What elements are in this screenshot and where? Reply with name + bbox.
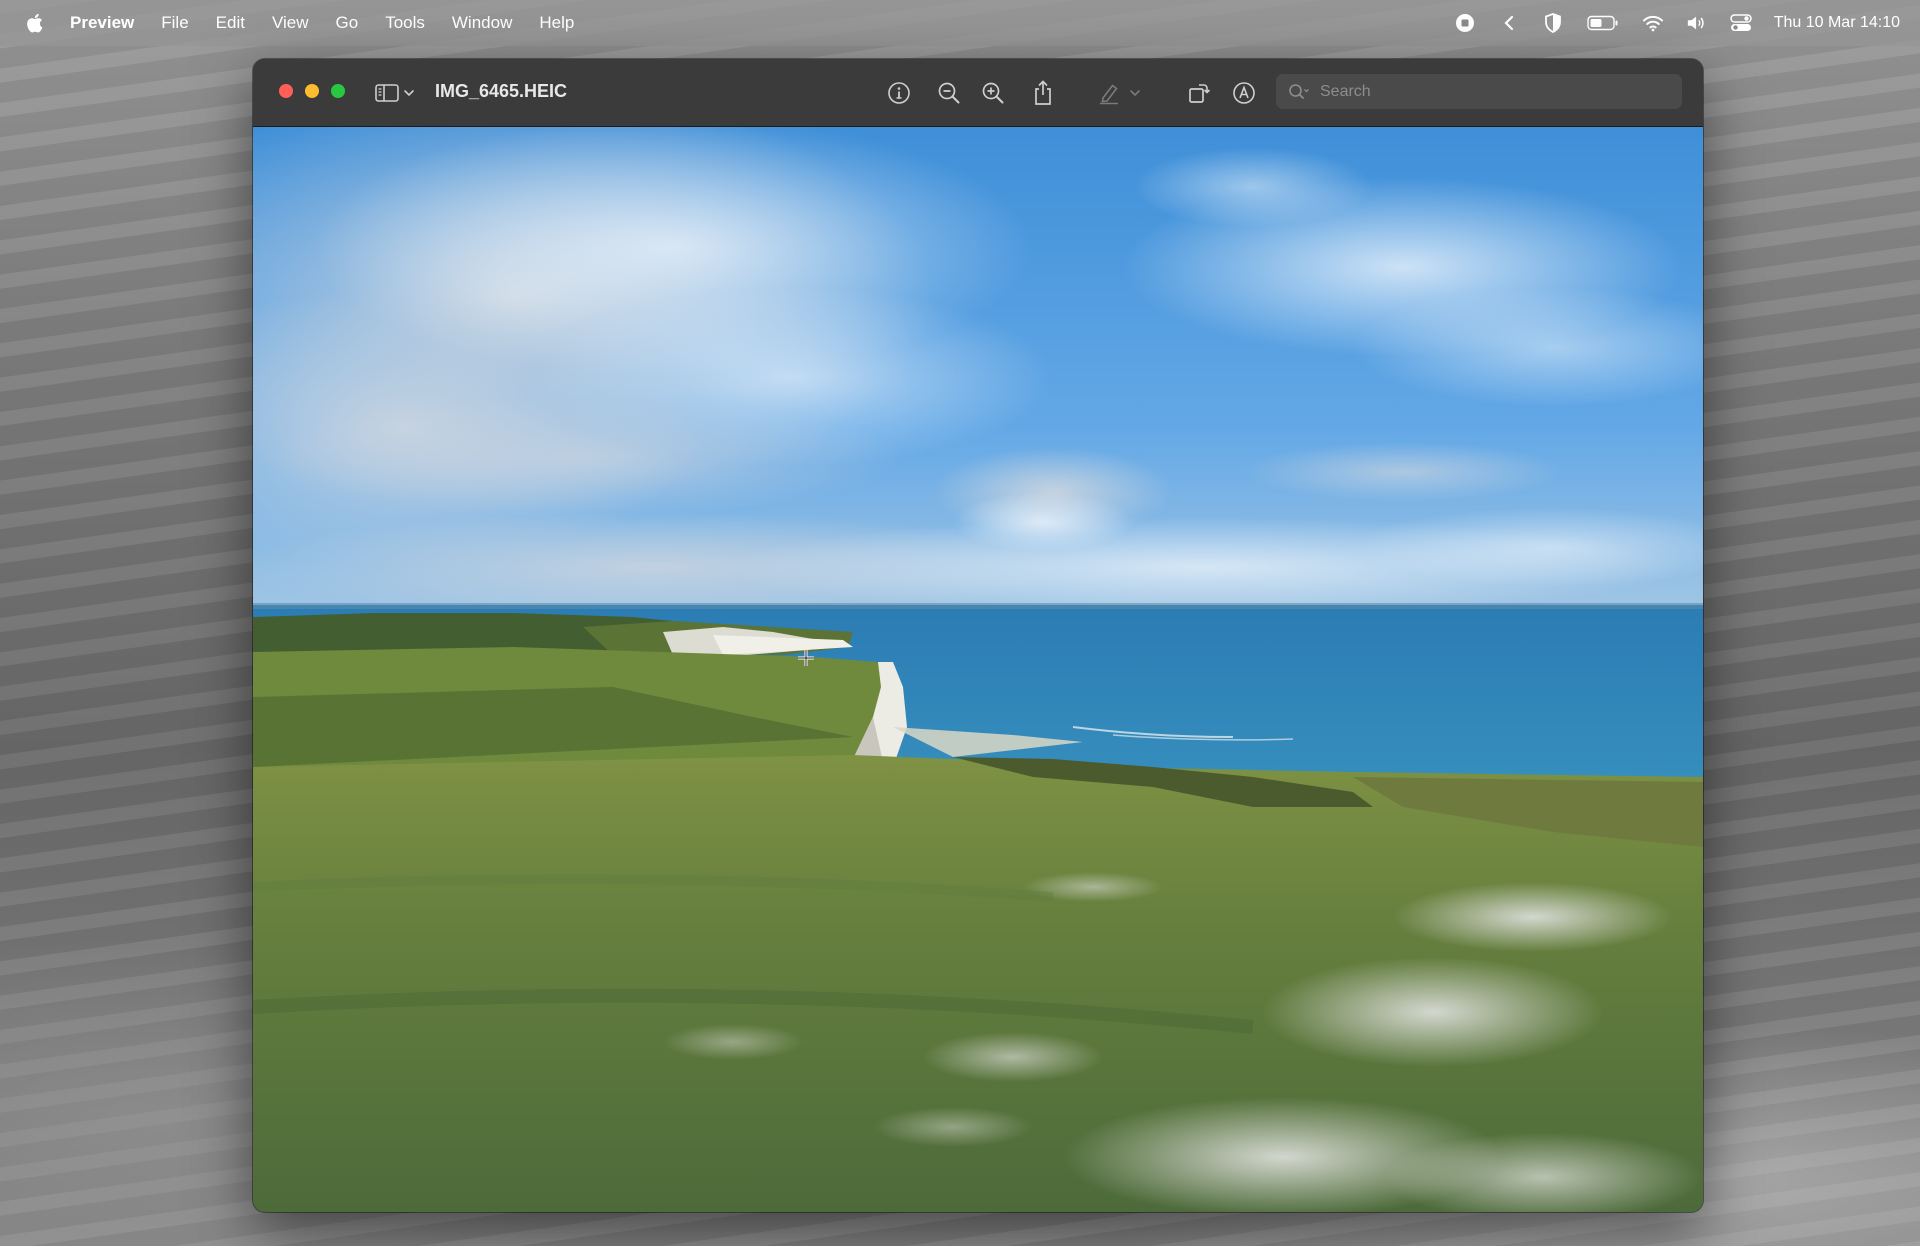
menu-go[interactable]: Go [336, 13, 359, 33]
minimize-button[interactable] [305, 84, 319, 98]
highlight-icon[interactable] [1095, 79, 1123, 107]
crosshair-cursor-icon [798, 650, 814, 666]
menu-app-name[interactable]: Preview [70, 13, 134, 33]
menu-window[interactable]: Window [452, 13, 512, 33]
volume-icon[interactable] [1686, 12, 1708, 34]
status-area: Thu 10 Mar 14:10 [1432, 0, 1900, 46]
zoom-in-icon[interactable] [979, 79, 1007, 107]
photo-image[interactable] [253, 127, 1703, 1212]
sidebar-icon[interactable] [374, 79, 402, 107]
window-titlebar[interactable]: IMG_6465.HEIC [253, 59, 1703, 127]
menu-tools[interactable]: Tools [385, 13, 425, 33]
chevron-left-icon[interactable] [1498, 12, 1520, 34]
screen-record-icon[interactable] [1454, 12, 1476, 34]
menu-help[interactable]: Help [539, 13, 574, 33]
shield-icon[interactable] [1542, 12, 1564, 34]
menu-clock[interactable]: Thu 10 Mar 14:10 [1774, 14, 1900, 32]
menu-view[interactable]: View [272, 13, 309, 33]
control-center-icon[interactable] [1729, 12, 1752, 34]
info-icon[interactable] [885, 79, 913, 107]
maximize-button[interactable] [331, 84, 345, 98]
search-field[interactable] [1276, 74, 1682, 109]
chevron-down-icon[interactable] [401, 79, 417, 107]
wifi-icon[interactable] [1642, 12, 1664, 34]
landscape-photo [253, 127, 1703, 1212]
search-input[interactable] [1318, 81, 1662, 102]
close-button[interactable] [279, 84, 293, 98]
markup-icon[interactable] [1230, 79, 1258, 107]
menu-file[interactable]: File [161, 13, 188, 33]
zoom-out-icon[interactable] [935, 79, 963, 107]
highlight-options-chevron-icon[interactable] [1127, 79, 1143, 107]
rotate-icon[interactable] [1185, 79, 1213, 107]
battery-icon[interactable] [1586, 12, 1620, 34]
search-icon [1289, 83, 1309, 99]
apple-icon[interactable] [24, 12, 44, 34]
preview-window: IMG_6465.HEIC [253, 59, 1703, 1212]
menu-edit[interactable]: Edit [216, 13, 245, 33]
menu-bar: Preview File Edit View Go Tools Window H… [0, 0, 1920, 46]
share-icon[interactable] [1029, 79, 1057, 107]
document-title: IMG_6465.HEIC [435, 81, 568, 101]
